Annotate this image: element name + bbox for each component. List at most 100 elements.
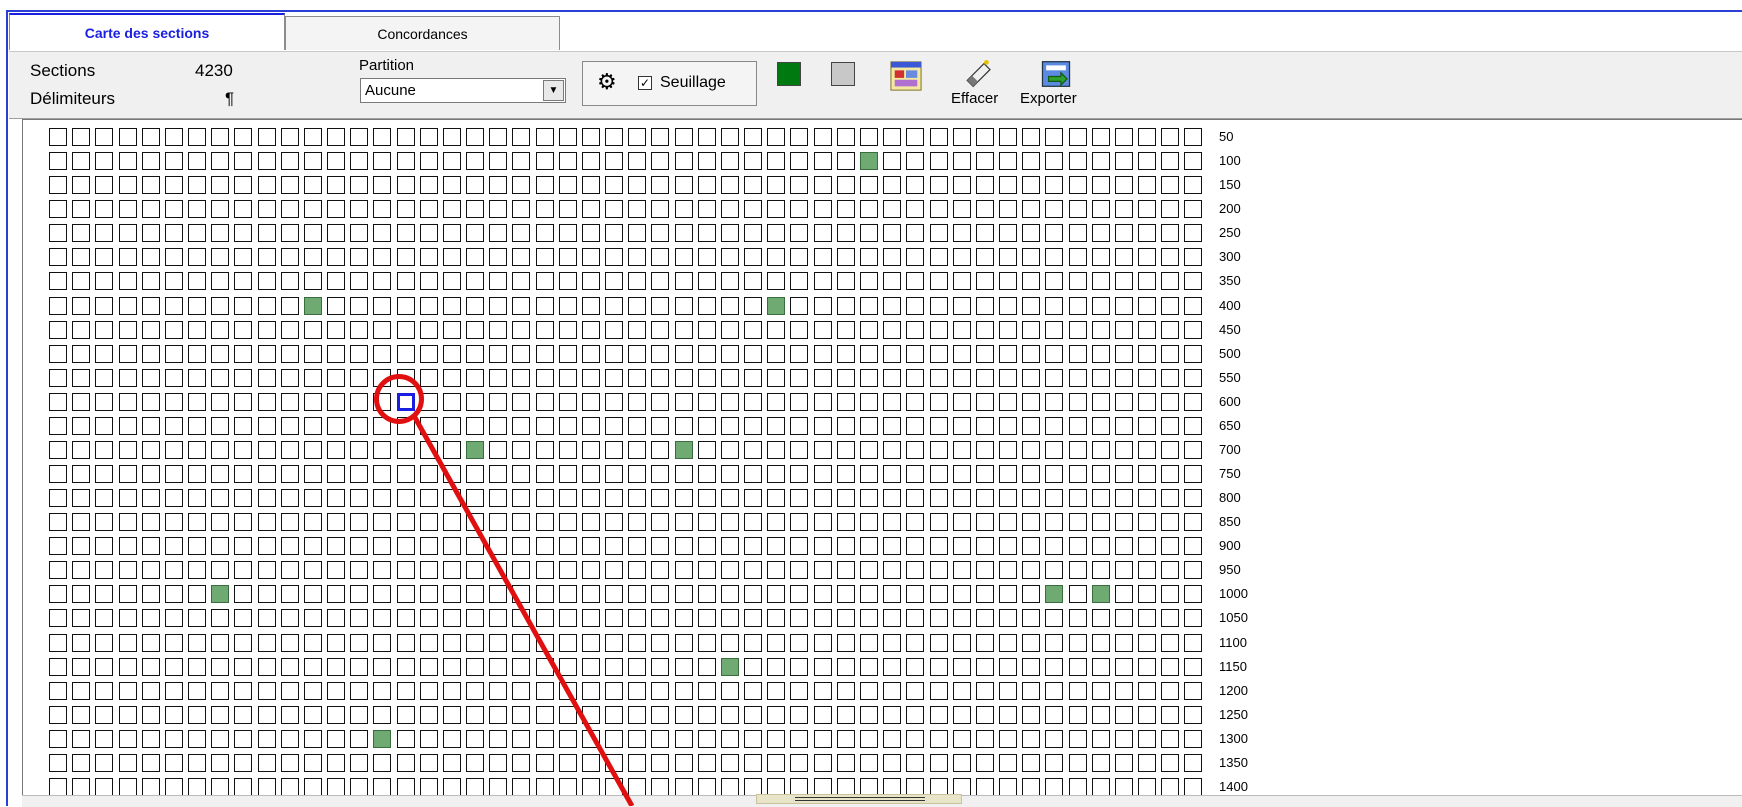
section-cell[interactable] [535,705,554,724]
section-cell[interactable] [860,248,878,267]
section-cell[interactable] [141,585,160,604]
section-cell[interactable] [1114,128,1133,146]
section-cell[interactable] [535,585,554,604]
section-cell[interactable] [744,465,763,483]
section-cell[interactable] [164,489,183,508]
section-cell[interactable] [720,416,739,435]
section-cell[interactable] [836,633,855,652]
section-cell[interactable] [628,561,647,580]
section-cell[interactable] [836,705,855,724]
section-cell[interactable] [211,200,230,219]
section-cell[interactable] [975,344,994,363]
section-cell[interactable] [1045,128,1064,146]
section-cell[interactable] [836,465,855,483]
section-cell[interactable] [744,248,763,267]
section-cell[interactable] [303,128,322,146]
threshold-checkbox[interactable]: ✓ [638,76,652,90]
section-cell[interactable] [280,705,299,724]
section-cell[interactable] [1114,344,1133,363]
section-cell[interactable] [674,657,693,676]
section-cell[interactable] [906,465,925,483]
section-cell[interactable] [141,537,160,556]
section-cell[interactable] [489,753,508,772]
section-cell[interactable] [512,729,531,748]
section-cell[interactable] [49,465,67,483]
section-cell[interactable] [188,585,206,604]
section-cell[interactable] [257,513,276,532]
section-cell[interactable] [396,224,415,243]
section-cell[interactable] [813,416,832,435]
section-cell[interactable] [188,368,206,387]
section-cell[interactable] [1184,128,1203,146]
section-cell[interactable] [651,368,670,387]
section-cell[interactable] [49,224,67,243]
section-cell[interactable] [535,465,554,483]
section-cell[interactable] [489,344,508,363]
section-cell[interactable] [836,320,855,339]
section-cell[interactable] [906,489,925,508]
section-cell[interactable] [188,705,206,724]
section-cell[interactable] [280,176,299,195]
section-cell[interactable] [1091,705,1110,724]
section-cell[interactable] [836,585,855,604]
section-cell[interactable] [952,296,971,315]
section-cell[interactable] [1022,705,1041,724]
section-cell[interactable] [1091,200,1110,219]
section-cell[interactable] [1068,272,1087,291]
section-cell[interactable] [327,705,345,724]
section-cell[interactable] [350,657,369,676]
section-cell[interactable] [280,657,299,676]
section-cell[interactable] [118,440,137,459]
section-cell[interactable] [860,152,878,171]
section-cell[interactable] [790,368,809,387]
section-cell[interactable] [350,272,369,291]
section-cell[interactable] [1184,681,1203,700]
section-cell[interactable] [1068,609,1087,628]
section-cell[interactable] [744,537,763,556]
section-cell[interactable] [280,344,299,363]
section-cell[interactable] [257,440,276,459]
section-cell[interactable] [396,344,415,363]
section-cell[interactable] [95,465,114,483]
section-cell[interactable] [95,416,114,435]
section-cell[interactable] [373,609,392,628]
section-cell[interactable] [373,200,392,219]
section-cell[interactable] [1091,729,1110,748]
section-cell[interactable] [164,416,183,435]
section-cell[interactable] [1184,248,1203,267]
section-cell[interactable] [442,368,461,387]
section-cell[interactable] [442,561,461,580]
section-cell[interactable] [767,296,786,315]
section-cell[interactable] [303,705,322,724]
section-cell[interactable] [118,465,137,483]
section-cell[interactable] [860,657,878,676]
section-cell[interactable] [1068,176,1087,195]
section-cell[interactable] [605,368,624,387]
section-cell[interactable] [1045,705,1064,724]
section-cell[interactable] [164,513,183,532]
section-cell[interactable] [790,705,809,724]
section-cell[interactable] [327,344,345,363]
section-cell[interactable] [257,128,276,146]
section-cell[interactable] [975,537,994,556]
section-cell[interactable] [744,633,763,652]
section-cell[interactable] [1138,296,1156,315]
section-cell[interactable] [1184,296,1203,315]
section-cell[interactable] [674,200,693,219]
section-cell[interactable] [466,753,485,772]
section-cell[interactable] [1114,200,1133,219]
section-cell[interactable] [535,489,554,508]
section-cell[interactable] [95,440,114,459]
section-cell[interactable] [999,368,1017,387]
section-cell[interactable] [1161,537,1180,556]
section-cell[interactable] [767,729,786,748]
section-cell[interactable] [1022,200,1041,219]
section-cell[interactable] [651,152,670,171]
section-cell[interactable] [767,561,786,580]
section-cell[interactable] [234,753,253,772]
section-cell[interactable] [373,777,392,796]
section-cell[interactable] [975,176,994,195]
section-cell[interactable] [1184,344,1203,363]
section-cell[interactable] [790,729,809,748]
section-cell[interactable] [674,176,693,195]
